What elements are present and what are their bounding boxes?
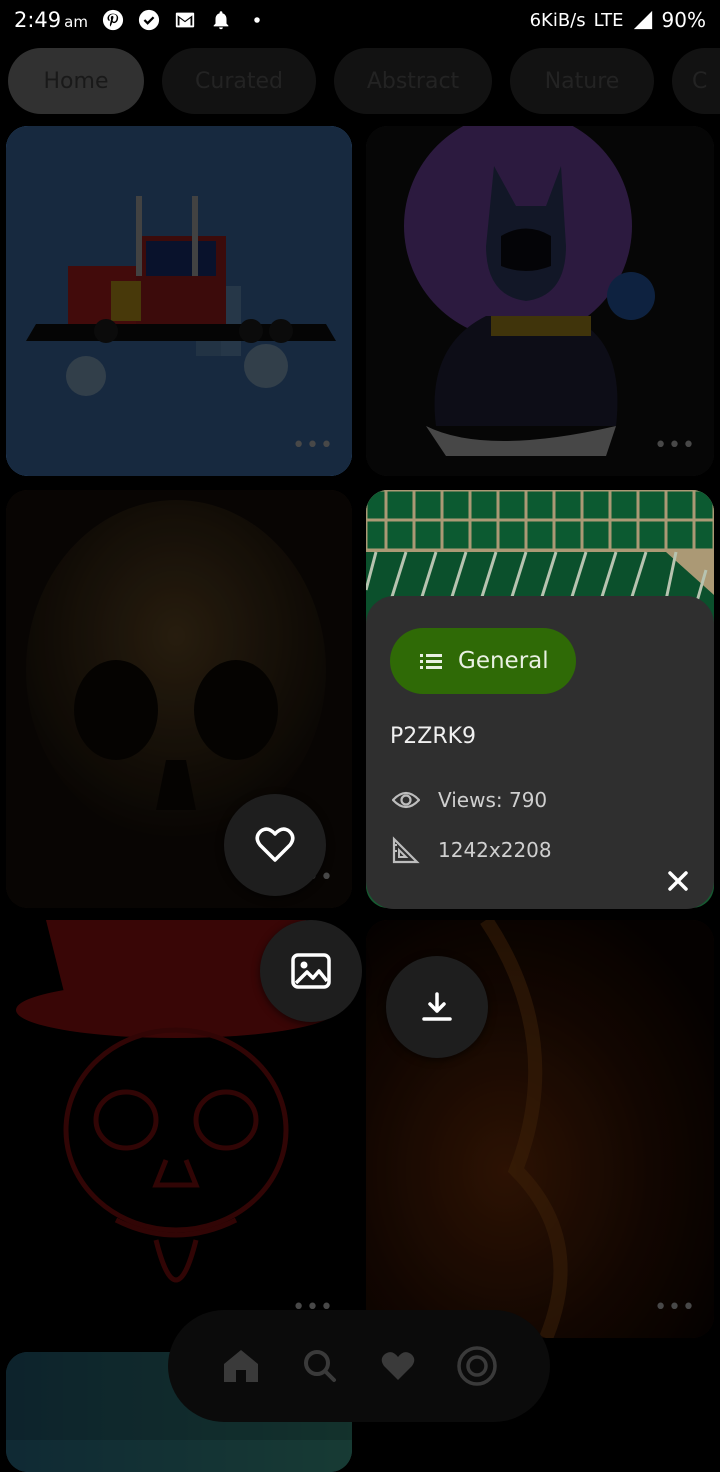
search-icon	[303, 1350, 336, 1382]
tab-abstract[interactable]: Abstract	[334, 48, 492, 114]
close-icon[interactable]	[664, 867, 692, 895]
tab-home[interactable]: Home	[8, 48, 144, 114]
net-speed: 6KiB/s	[529, 9, 586, 31]
dot-icon	[254, 17, 260, 23]
network-type: LTE	[593, 9, 624, 31]
favorites-icon	[381, 1352, 415, 1380]
image-icon	[291, 953, 331, 989]
check-circle-icon	[138, 9, 160, 31]
battery-level: 90%	[661, 8, 706, 32]
tab-curated[interactable]: Curated	[162, 48, 316, 114]
nav-search[interactable]	[300, 1346, 340, 1386]
heart-icon	[255, 827, 295, 862]
category-tabs: Home Curated Abstract Nature C	[8, 48, 720, 114]
category-label: General	[458, 648, 549, 674]
nav-profile[interactable]	[457, 1346, 497, 1386]
signal-icon	[633, 10, 652, 30]
clock: 2:49 am	[14, 8, 88, 32]
status-bar: 2:49 am 6KiB/s LTE 90%	[0, 0, 720, 40]
tab-more-category[interactable]: C	[672, 48, 720, 114]
resolution-value: 1242x2208	[438, 838, 552, 862]
wallpaper-tile-truck[interactable]: •••	[6, 126, 352, 476]
views-count: Views: 790	[438, 788, 548, 812]
tile-more-button[interactable]: •••	[292, 433, 334, 458]
download-icon	[422, 992, 452, 1021]
list-icon	[420, 654, 442, 669]
favorite-button[interactable]	[224, 794, 326, 896]
bell-icon	[213, 11, 229, 30]
profile-icon	[457, 1346, 497, 1386]
set-wallpaper-button[interactable]	[260, 920, 362, 1022]
wallpaper-info-card: General P2ZRK9 Views: 790 1242x2208	[366, 596, 714, 909]
set-square-icon	[392, 836, 420, 864]
tile-more-button[interactable]: •••	[654, 433, 696, 458]
eye-icon	[392, 791, 420, 809]
bottom-nav	[168, 1310, 550, 1422]
tile-dim	[366, 126, 714, 476]
gmail-icon	[175, 12, 195, 28]
wallpaper-id: P2ZRK9	[390, 724, 477, 749]
nav-favorites[interactable]	[378, 1346, 418, 1386]
resolution-row: 1242x2208	[392, 836, 552, 864]
home-icon	[224, 1350, 259, 1382]
category-badge-button[interactable]: General	[390, 628, 576, 694]
pinterest-icon	[102, 9, 124, 31]
nav-home[interactable]	[221, 1346, 261, 1386]
views-row: Views: 790	[392, 788, 547, 812]
tile-more-button[interactable]: •••	[654, 1295, 696, 1320]
tab-nature[interactable]: Nature	[510, 48, 654, 114]
wallpaper-tile-batman[interactable]: •••	[366, 126, 714, 476]
download-button[interactable]	[386, 956, 488, 1058]
tile-dim	[6, 126, 352, 476]
